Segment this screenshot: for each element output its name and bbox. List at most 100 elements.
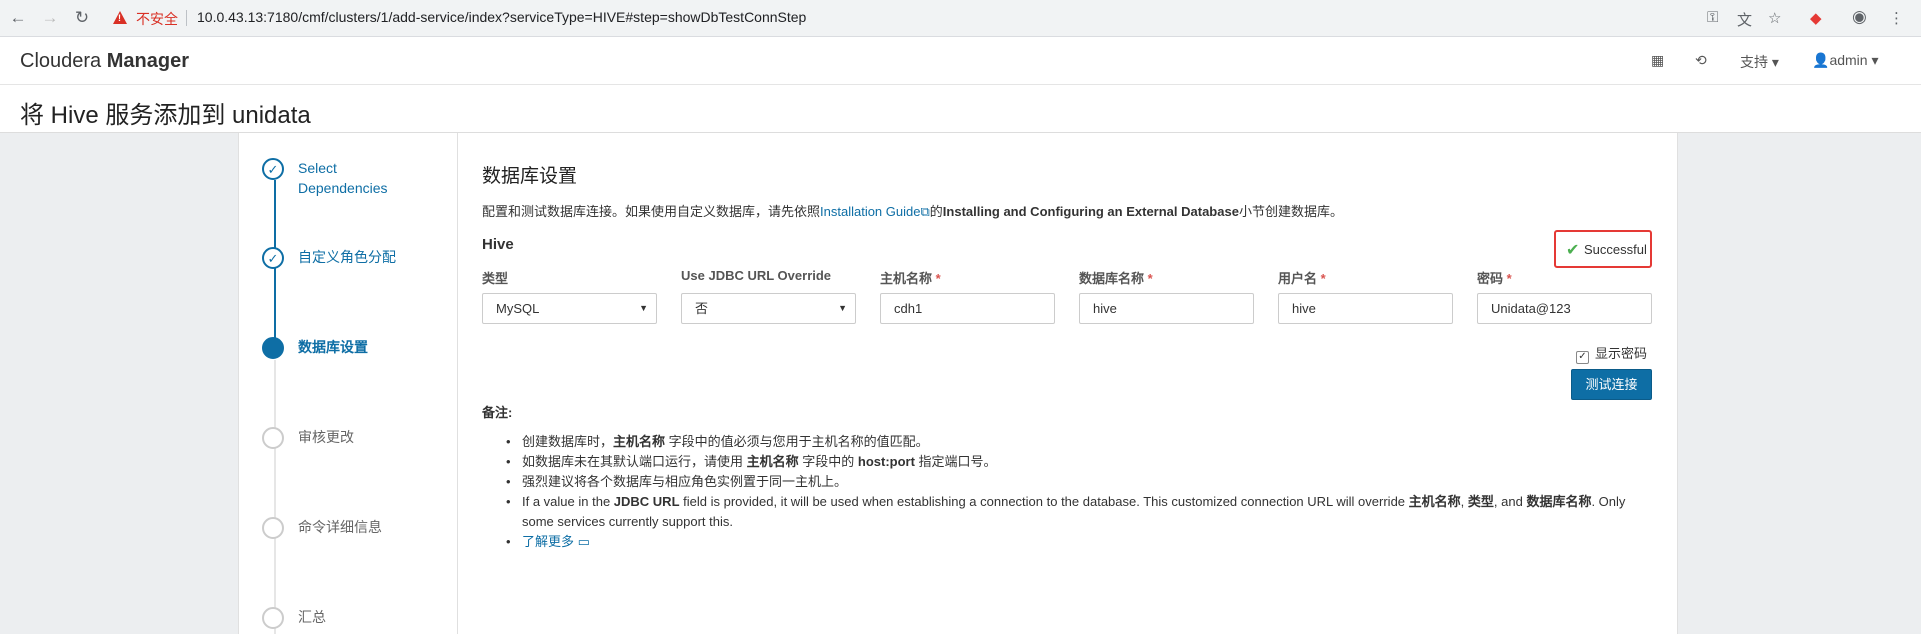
note-bold: 类型 [1467, 494, 1494, 509]
step-check-icon: ✓ [262, 158, 284, 180]
step-custom-role-assignment[interactable]: 自定义角色分配 [298, 247, 396, 267]
show-password-label: 显示密码 [1595, 346, 1648, 361]
jdbc-override-label: Use JDBC URL Override [681, 268, 831, 283]
section-title: 数据库设置 [482, 166, 578, 187]
show-password-checkbox[interactable]: ✓ 显示密码 [1576, 343, 1647, 364]
back-icon[interactable]: ← [8, 8, 28, 28]
step-label-line2: Dependencies [298, 180, 388, 196]
note-text: 如数据库未在其默认端口运行，请使用 [522, 454, 747, 469]
support-menu[interactable]: 支持 ▾ [1740, 52, 1779, 72]
insecure-label[interactable]: 不安全 [136, 9, 178, 29]
dbname-label-text: 数据库名称 [1079, 271, 1145, 286]
note-bold: 主机名称 [746, 454, 799, 469]
learn-more-link[interactable]: 了解更多 ▭ [522, 534, 590, 549]
step-label-line1: Select [298, 160, 337, 176]
type-label: 类型 [482, 268, 508, 287]
dbname-label: 数据库名称 * [1079, 268, 1153, 287]
intro-bold: Installing and Configuring an External D… [942, 204, 1239, 219]
username-label: 用户名 * [1278, 268, 1326, 287]
notes-title-text: 备注 [482, 405, 509, 420]
forward-icon[interactable]: → [40, 8, 60, 28]
list-item: 强烈建议将各个数据库与相应角色实例置于同一主机上。 [504, 472, 1654, 492]
required-marker: * [1506, 271, 1512, 286]
password-label: 密码 * [1477, 268, 1512, 287]
step-command-details: 命令详细信息 [298, 519, 382, 535]
list-item: 了解更多 ▭ [504, 532, 1654, 552]
type-label-text: 类型 [482, 271, 509, 286]
note-text: If a value in the [522, 494, 614, 509]
connection-status-badge: ✔ Successful [1554, 230, 1652, 268]
note-text: 字段中的值必须与您用于主机名称的值匹配。 [665, 434, 929, 449]
dbname-input[interactable]: hive [1079, 293, 1254, 324]
connection-status-text: Successful [1584, 242, 1647, 257]
note-text: 指定端口号。 [914, 454, 997, 469]
app-header: Cloudera Manager ▦ ⟲ 支持 ▾ 👤admin ▾ [0, 37, 1921, 85]
username-input[interactable]: hive [1278, 293, 1453, 324]
jdbc-override-value: 否 [695, 301, 709, 316]
learn-more-label: 了解更多 [522, 534, 575, 549]
brand-prefix: Cloudera [20, 50, 102, 72]
hostname-label: 主机名称 * [880, 268, 941, 287]
note-text: 强烈建议将各个数据库与相应角色实例置于同一主机上。 [522, 474, 848, 489]
password-input[interactable]: Unidata@123 [1477, 293, 1652, 324]
brand-logo[interactable]: Cloudera Manager [20, 50, 189, 73]
db-type-select[interactable]: MySQL ▼ [482, 293, 657, 324]
step-review-changes: 审核更改 [298, 429, 354, 445]
jdbc-override-select[interactable]: 否 ▼ [681, 293, 856, 324]
hive-heading: Hive [482, 236, 514, 253]
note-bold: 主机名称 [613, 434, 666, 449]
note-text: , and [1493, 494, 1527, 509]
note-bold: 主机名称 [1408, 494, 1461, 509]
tasks-icon[interactable]: ⟲ [1695, 52, 1707, 69]
required-marker: * [935, 271, 941, 286]
user-icon: 👤 [1812, 52, 1830, 68]
installation-guide-link[interactable]: Installation Guide⧉ [820, 204, 930, 219]
parcels-icon[interactable]: ▦ [1651, 52, 1664, 69]
step-pending-icon [262, 427, 284, 449]
reload-icon[interactable]: ↻ [72, 8, 92, 28]
password-label-text: 密码 [1477, 271, 1504, 286]
dropdown-arrow-icon: ▼ [639, 303, 648, 313]
note-text: 创建数据库时， [522, 434, 614, 449]
extension-icon[interactable]: ◆ [1810, 9, 1822, 27]
menu-icon[interactable]: ⋮ [1889, 9, 1904, 27]
browser-toolbar: ← → ↻ ! 不安全 10.0.43.13:7180/cmf/clusters… [0, 0, 1921, 37]
page-title: 将 Hive 服务添加到 unidata [20, 102, 311, 129]
step-database-setup[interactable]: 数据库设置 [298, 337, 368, 357]
intro-post: 小节创建数据库。 [1238, 204, 1343, 219]
user-menu[interactable]: 👤admin ▾ [1812, 52, 1879, 69]
list-item: 创建数据库时，主机名称 字段中的值必须与您用于主机名称的值匹配。 [504, 432, 1654, 452]
note-bold: 数据库名称 [1526, 494, 1592, 509]
hostname-label-text: 主机名称 [880, 271, 933, 286]
step-pending-icon [262, 607, 284, 629]
wizard-steps [238, 133, 458, 634]
checkbox-checked-icon: ✓ [1576, 351, 1589, 364]
jdbc-override-label-text: Use JDBC URL Override [681, 268, 832, 283]
note-text: , [1460, 494, 1468, 509]
step-summary: 汇总 [298, 609, 326, 625]
list-item: If a value in the JDBC URL field is prov… [504, 492, 1654, 532]
required-marker: * [1320, 271, 1326, 286]
notes-list: 创建数据库时，主机名称 字段中的值必须与您用于主机名称的值匹配。 如数据库未在其… [504, 432, 1654, 552]
step-pending-icon [262, 517, 284, 539]
note-text: field is provided, it will be used when … [679, 494, 1409, 509]
step-select-dependencies[interactable]: Select Dependencies [298, 158, 388, 198]
key-icon[interactable]: ⚿ [1707, 9, 1718, 26]
required-marker: * [1147, 271, 1153, 286]
window-icon: ▭ [577, 534, 590, 549]
translate-icon[interactable]: ⽂ [1737, 9, 1752, 30]
url-divider [186, 10, 187, 26]
support-label: 支持 [1740, 54, 1768, 70]
intro-text: 配置和测试数据库连接。如果使用自定义数据库，请先依照Installation G… [482, 201, 1343, 220]
step-current-icon [262, 337, 284, 359]
user-label: admin [1829, 52, 1868, 68]
url-text[interactable]: 10.0.43.13:7180/cmf/clusters/1/add-servi… [197, 9, 806, 25]
bookmark-star-icon[interactable]: ☆ [1768, 9, 1781, 27]
intro-pre: 配置和测试数据库连接。如果使用自定义数据库，请先依照 [482, 204, 821, 219]
note-text: 字段中的 [798, 454, 858, 469]
installation-guide-label: Installation Guide [820, 204, 921, 219]
list-item: 如数据库未在其默认端口运行，请使用 主机名称 字段中的 host:port 指定… [504, 452, 1654, 472]
hostname-input[interactable]: cdh1 [880, 293, 1055, 324]
test-connection-button[interactable]: 测试连接 [1571, 369, 1652, 400]
profile-icon[interactable]: ◉ [1852, 7, 1867, 27]
